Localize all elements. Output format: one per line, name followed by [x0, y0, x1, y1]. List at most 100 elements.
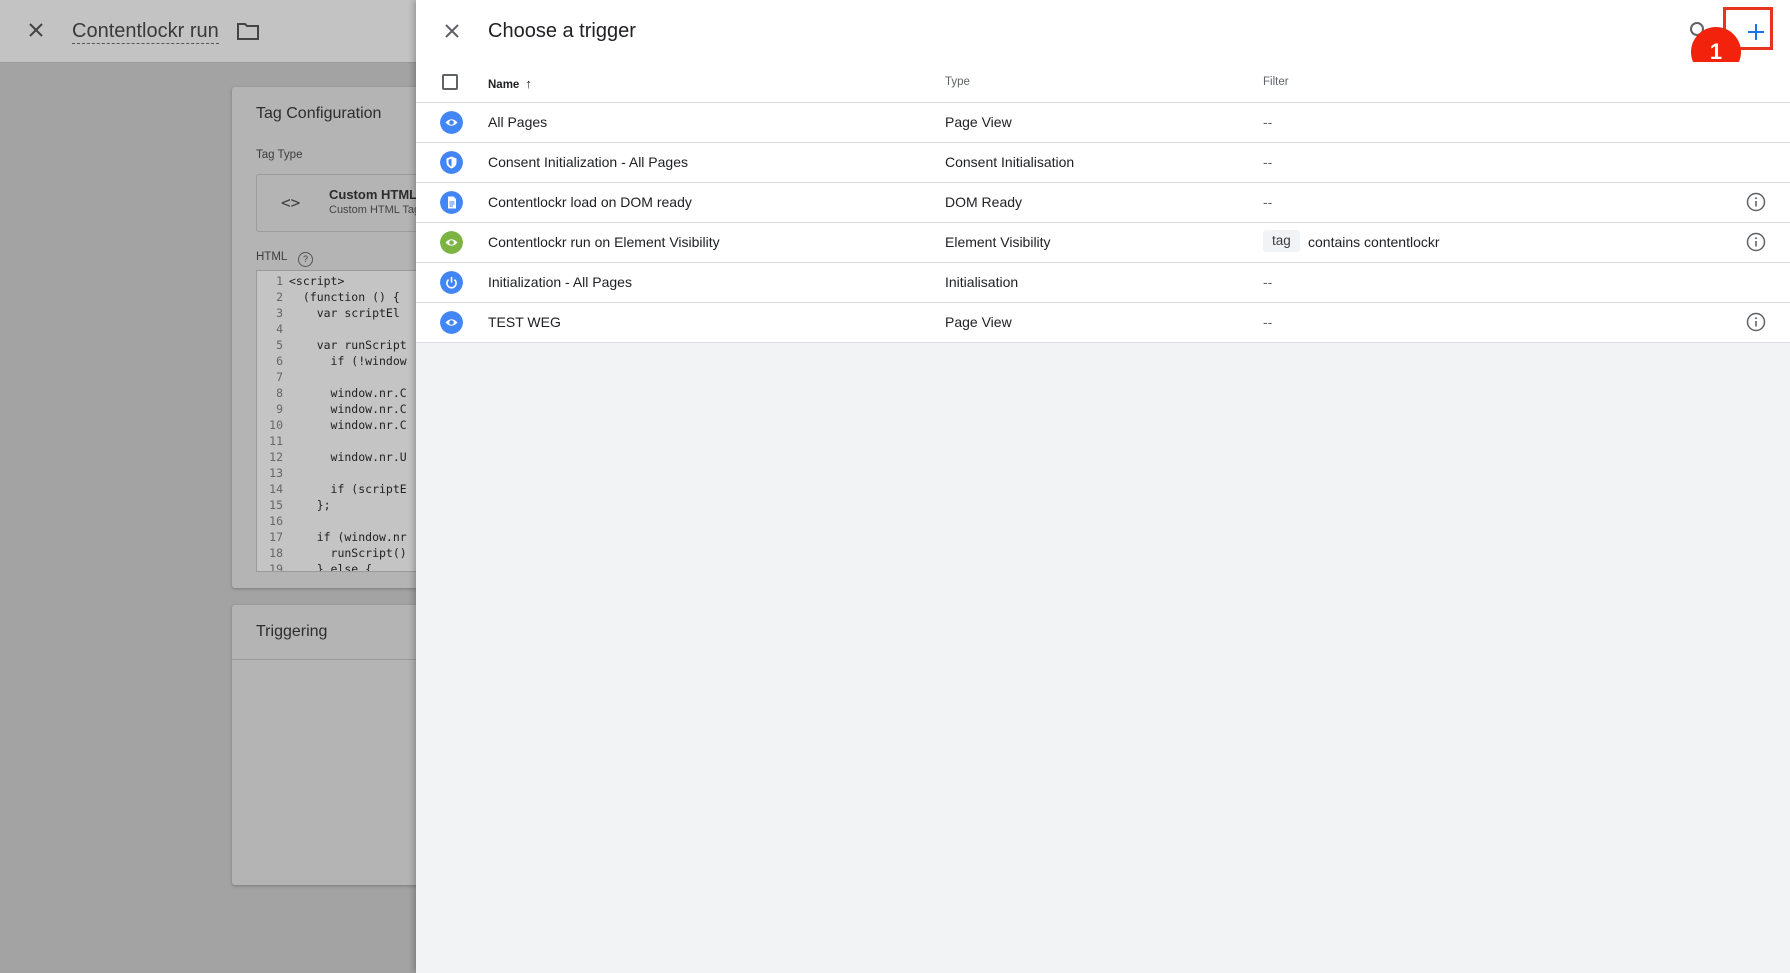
divider [232, 659, 422, 660]
triggering-card: Triggering [232, 605, 422, 885]
line-number: 19 [269, 562, 283, 572]
trigger-filter: -- [1263, 274, 1273, 290]
code-line: window.nr.U [289, 450, 407, 464]
table-row[interactable]: TEST WEG Page View -- [416, 303, 1790, 343]
trigger-type: Page View [945, 314, 1012, 330]
line-number: 4 [276, 322, 283, 336]
line-number: 8 [276, 386, 283, 400]
eye-icon [440, 311, 463, 334]
table-row[interactable]: Contentlockr run on Element Visibility El… [416, 223, 1790, 263]
code-line: } else { [289, 562, 373, 572]
line-numbers: 1 2 3 4 5 6 7 8 9 10 11 12 13 14 15 16 17 18 19 [257, 273, 283, 572]
choose-trigger-drawer: Choose a trigger 1 Name ↑ Type Filter All… [416, 0, 1790, 973]
trigger-filter: -- [1263, 114, 1273, 130]
card-heading: Triggering [256, 623, 328, 640]
trigger-name[interactable]: Contentlockr load on DOM ready [488, 194, 692, 210]
code-line: window.nr.C [289, 402, 407, 416]
line-number: 15 [269, 498, 283, 512]
line-number: 14 [269, 482, 283, 496]
line-number: 1 [276, 274, 283, 288]
trigger-type: Consent Initialisation [945, 154, 1075, 170]
trigger-name[interactable]: Consent Initialization - All Pages [488, 154, 688, 170]
line-number: 10 [269, 418, 283, 432]
code-line: if (scriptE [289, 482, 407, 496]
line-number: 13 [269, 466, 283, 480]
document-icon [440, 191, 463, 214]
info-icon[interactable] [1746, 192, 1766, 212]
trigger-filter: -- [1263, 314, 1273, 330]
tag-type-description: Custom HTML Tag [329, 204, 421, 216]
code-line: if (!window [289, 354, 407, 368]
trigger-type: Initialisation [945, 274, 1019, 290]
card-heading: Tag Configuration [256, 105, 382, 122]
trigger-name[interactable]: Contentlockr run on Element Visibility [488, 234, 720, 250]
close-icon[interactable] [440, 19, 464, 43]
code-line: <script> [289, 274, 345, 288]
line-number: 3 [276, 306, 283, 320]
table-header: Name ↑ Type Filter [416, 62, 1790, 103]
line-number: 11 [269, 434, 283, 448]
eye-icon [440, 111, 463, 134]
line-number: 5 [276, 338, 283, 352]
table-row[interactable]: Consent Initialization - All Pages Consen… [416, 143, 1790, 183]
code-text: <script> (function () { var scriptEl var… [289, 273, 407, 572]
code-line: window.nr.C [289, 418, 407, 432]
trigger-type: Page View [945, 114, 1012, 130]
help-icon[interactable]: ? [298, 252, 313, 267]
tag-type-label: Tag Type [256, 149, 303, 161]
tag-editor-header: Contentlockr run [0, 0, 416, 63]
code-icon: <> [281, 193, 301, 212]
column-header-type: Type [945, 76, 970, 88]
code-line: var runScript [289, 338, 407, 352]
trigger-table: Name ↑ Type Filter All Pages Page View -- Co… [416, 62, 1790, 343]
html-label: HTML [256, 251, 288, 263]
table-row[interactable]: Contentlockr load on DOM ready DOM Ready -… [416, 183, 1790, 223]
select-all-checkbox[interactable] [442, 74, 458, 90]
table-row[interactable]: All Pages Page View -- [416, 103, 1790, 143]
close-icon[interactable] [24, 18, 48, 42]
filter-variable-chip: tag [1263, 230, 1300, 252]
tag-type-name: Custom HTML [329, 187, 418, 202]
code-line: window.nr.C [289, 386, 407, 400]
column-header-name[interactable]: Name ↑ [488, 76, 532, 91]
line-number: 2 [276, 290, 283, 304]
tag-editor-background: Contentlockr run Tag Configuration Tag T… [0, 0, 422, 973]
line-number: 7 [276, 370, 283, 384]
column-header-name-label: Name [488, 79, 520, 91]
drawer-header: Choose a trigger 1 [416, 0, 1790, 77]
line-number: 18 [269, 546, 283, 560]
column-header-filter: Filter [1263, 76, 1289, 88]
tag-title[interactable]: Contentlockr run [72, 19, 219, 44]
folder-icon[interactable] [236, 20, 260, 42]
code-line: if (window.nr [289, 530, 407, 544]
line-number: 16 [269, 514, 283, 528]
line-number: 9 [276, 402, 283, 416]
line-number: 12 [269, 450, 283, 464]
code-line: runScript() [289, 546, 407, 560]
tag-configuration-card: Tag Configuration Tag Type <> Custom HTM… [232, 87, 422, 588]
trigger-type: DOM Ready [945, 194, 1023, 210]
code-line: (function () { [289, 290, 400, 304]
trigger-name[interactable]: Initialization - All Pages [488, 274, 632, 290]
trigger-type: Element Visibility [945, 234, 1051, 250]
html-code-editor[interactable]: 1 2 3 4 5 6 7 8 9 10 11 12 13 14 15 16 17 18 19 <script> (… [256, 270, 422, 572]
eye-icon [440, 231, 463, 254]
power-icon [440, 271, 463, 294]
info-icon[interactable] [1746, 312, 1766, 332]
shield-icon [440, 151, 463, 174]
tag-type-selector[interactable]: <> Custom HTML Custom HTML Tag [256, 174, 422, 232]
code-line: var scriptEl [289, 306, 400, 320]
trigger-filter: -- [1263, 194, 1273, 210]
table-row[interactable]: Initialization - All Pages Initialisation… [416, 263, 1790, 303]
trigger-rows: All Pages Page View -- Consent Initializati… [416, 103, 1790, 343]
trigger-name[interactable]: TEST WEG [488, 314, 561, 330]
info-icon[interactable] [1746, 232, 1766, 252]
drawer-title: Choose a trigger [488, 20, 636, 42]
trigger-name[interactable]: All Pages [488, 114, 547, 130]
trigger-filter: contains contentlockr [1308, 234, 1440, 250]
